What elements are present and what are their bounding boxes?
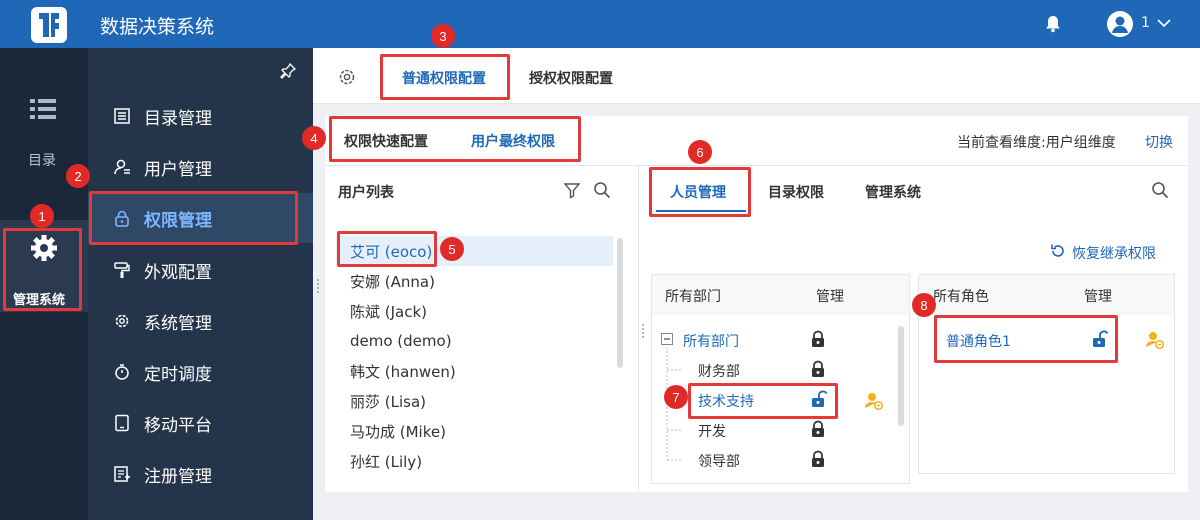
sidebar-item-label: 用户管理 xyxy=(144,159,212,180)
user-list-title: 用户列表 xyxy=(338,185,394,201)
step-badge: 4 xyxy=(302,126,326,150)
tab-catalog-permission[interactable]: 目录权限 xyxy=(768,182,824,202)
step-badge: 7 xyxy=(664,385,688,409)
tree-node[interactable]: 所有部门 xyxy=(683,331,739,351)
search-icon[interactable] xyxy=(1151,181,1169,199)
rail-menu-label[interactable]: 目录 xyxy=(28,150,56,170)
user-icon xyxy=(112,157,132,177)
role-header-name: 所有角色 xyxy=(933,289,989,305)
sidebar-item-system[interactable]: 系统管理 xyxy=(88,296,313,346)
sidebar-item-label: 注册管理 xyxy=(144,466,212,487)
user-row[interactable]: demo (demo) xyxy=(336,326,613,356)
tab-management-system[interactable]: 管理系统 xyxy=(865,182,921,202)
list-icon xyxy=(112,106,132,126)
sidebar-item-users[interactable]: 用户管理 xyxy=(88,142,313,192)
highlight-box xyxy=(688,383,838,419)
app-logo[interactable] xyxy=(31,7,67,43)
tablet-icon xyxy=(112,413,132,433)
restore-icon[interactable] xyxy=(1050,243,1066,259)
sidebar-item-catalog[interactable]: 目录管理 xyxy=(88,91,313,141)
sidebar-item-schedule[interactable]: 定时调度 xyxy=(88,347,313,397)
locked-icon[interactable] xyxy=(811,360,825,378)
resize-grip-icon[interactable] xyxy=(641,323,645,339)
settings-gear-icon[interactable] xyxy=(337,67,357,87)
role-header-manage: 管理 xyxy=(1084,289,1112,305)
user-assign-icon[interactable] xyxy=(864,391,884,411)
tree-node[interactable]: 开发 xyxy=(698,421,726,441)
highlight-box xyxy=(89,191,298,245)
bell-icon[interactable] xyxy=(1045,15,1061,33)
sidebar-item-label: 系统管理 xyxy=(144,313,212,334)
user-row[interactable]: 孙红 (Lily) xyxy=(336,446,613,476)
user-assign-icon[interactable] xyxy=(1145,330,1165,350)
user-row[interactable]: 陈斌 (Jack) xyxy=(336,296,613,326)
tree-node[interactable]: 财务部 xyxy=(698,361,740,381)
step-badge: 6 xyxy=(688,140,712,164)
gear-icon xyxy=(112,311,132,331)
pin-icon[interactable] xyxy=(279,62,297,80)
panel-divider xyxy=(638,166,639,492)
restore-inherit-button[interactable]: 恢复继承权限 xyxy=(1072,243,1156,263)
paint-roller-icon xyxy=(112,260,132,280)
user-row[interactable]: 韩文 (hanwen) xyxy=(336,356,613,386)
sidebar-item-label: 移动平台 xyxy=(144,415,212,436)
dept-header-manage: 管理 xyxy=(816,289,844,305)
register-icon xyxy=(112,464,132,484)
user-row[interactable]: 马功成 (Mike) xyxy=(336,416,613,446)
department-scrollbar[interactable] xyxy=(898,326,904,426)
highlight-box xyxy=(329,116,581,162)
user-row[interactable]: 丽莎 (Lisa) xyxy=(336,386,613,416)
locked-icon[interactable] xyxy=(811,450,825,468)
sidebar-item-label: 外观配置 xyxy=(144,262,212,283)
highlight-box xyxy=(337,231,437,267)
search-icon[interactable] xyxy=(593,181,611,199)
locked-icon[interactable] xyxy=(811,330,825,348)
tree-node[interactable]: 领导部 xyxy=(698,451,740,471)
switch-link[interactable]: 切换 xyxy=(1145,132,1173,152)
tab-grant-permission[interactable]: 授权权限配置 xyxy=(529,68,613,88)
menu-list-icon[interactable] xyxy=(30,98,56,120)
highlight-box xyxy=(649,167,751,217)
app-title: 数据决策系统 xyxy=(100,16,215,38)
timer-icon xyxy=(112,362,132,382)
highlight-box xyxy=(3,228,82,311)
highlight-box xyxy=(380,54,510,100)
dimension-label: 当前查看维度:用户组维度 xyxy=(957,135,1116,151)
step-badge: 3 xyxy=(431,24,455,48)
user-list-scrollbar[interactable] xyxy=(617,238,623,368)
dept-header-name: 所有部门 xyxy=(665,289,721,305)
step-badge: 2 xyxy=(66,164,90,188)
locked-icon[interactable] xyxy=(811,420,825,438)
user-row[interactable]: 安娜 (Anna) xyxy=(336,266,613,296)
filter-icon[interactable] xyxy=(563,181,581,199)
sidebar-item-label: 定时调度 xyxy=(144,364,212,385)
avatar-icon[interactable] xyxy=(1107,11,1133,37)
highlight-box xyxy=(934,315,1118,363)
sidebar-item-label: 目录管理 xyxy=(144,108,212,129)
resize-grip-icon[interactable] xyxy=(316,278,320,294)
sidebar-item-appearance[interactable]: 外观配置 xyxy=(88,245,313,295)
collapse-icon[interactable] xyxy=(661,333,673,345)
step-badge: 1 xyxy=(30,204,54,228)
chevron-down-icon[interactable] xyxy=(1156,17,1172,29)
step-badge: 8 xyxy=(912,293,936,317)
sidebar-item-register[interactable]: 注册管理 xyxy=(88,449,313,499)
sidebar-item-mobile[interactable]: 移动平台 xyxy=(88,398,313,448)
step-badge: 5 xyxy=(440,237,464,261)
user-name[interactable]: 1 xyxy=(1141,15,1150,31)
